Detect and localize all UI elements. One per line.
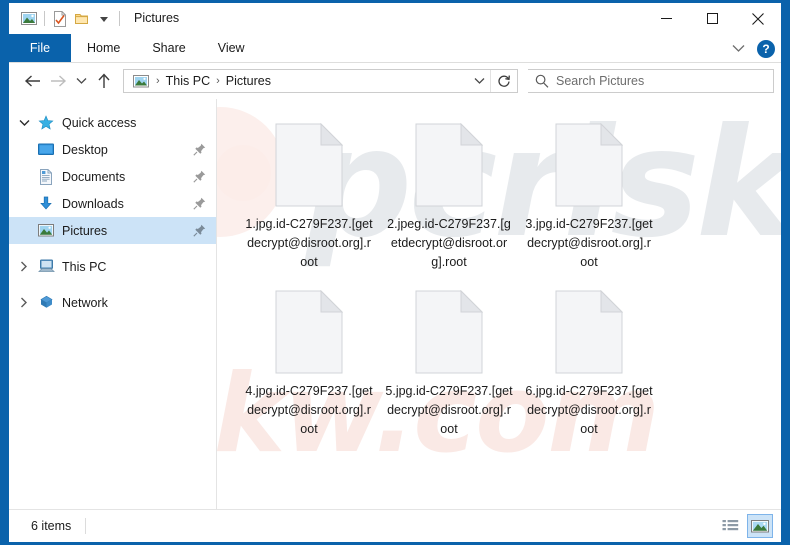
breadcrumb-separator-0: › bbox=[156, 75, 160, 87]
generic-file-icon bbox=[415, 122, 484, 207]
sidebar-item-desktop[interactable]: Desktop bbox=[9, 136, 216, 163]
file-grid: 1.jpg.id-C279F237.[getdecrypt@disroot.or… bbox=[239, 117, 781, 451]
quick-access-toolbar bbox=[9, 3, 124, 34]
file-name-label: 4.jpg.id-C279F237.[getdecrypt@disroot.or… bbox=[245, 384, 373, 436]
file-item[interactable]: 5.jpg.id-C279F237.[getdecrypt@disroot.or… bbox=[379, 284, 519, 439]
tab-home[interactable]: Home bbox=[71, 34, 136, 62]
file-explorer-window: Pictures File Home Share View ? › This P… bbox=[8, 2, 782, 543]
sidebar-item-label: Desktop bbox=[62, 142, 108, 157]
help-button[interactable]: ? bbox=[757, 39, 775, 58]
network-icon bbox=[35, 295, 57, 311]
search-box[interactable]: Search Pictures bbox=[528, 69, 774, 93]
tab-view[interactable]: View bbox=[202, 34, 261, 62]
generic-file-icon bbox=[555, 289, 624, 374]
customize-qat-icon[interactable] bbox=[93, 8, 115, 30]
explorer-body: Quick access Desktop Documents Downloads… bbox=[9, 99, 781, 509]
file-name-label: 5.jpg.id-C279F237.[getdecrypt@disroot.or… bbox=[385, 384, 513, 436]
sidebar-item-quick-access[interactable]: Quick access bbox=[9, 109, 216, 136]
status-divider bbox=[85, 518, 87, 534]
view-toggle-group bbox=[717, 514, 773, 538]
sidebar-item-label: Pictures bbox=[62, 223, 108, 238]
breadcrumb: › This PC › Pictures bbox=[124, 72, 468, 90]
address-bar[interactable]: › This PC › Pictures bbox=[123, 69, 518, 93]
navigation-bar: › This PC › Pictures Search Pictures bbox=[9, 63, 781, 99]
recent-locations-chevron-down-icon[interactable] bbox=[71, 68, 91, 94]
window-title: Pictures bbox=[134, 11, 180, 25]
window-controls bbox=[643, 3, 781, 34]
file-name-label: 3.jpg.id-C279F237.[getdecrypt@disroot.or… bbox=[525, 217, 653, 269]
sidebar-item-downloads[interactable]: Downloads bbox=[9, 190, 216, 217]
refresh-button[interactable] bbox=[491, 70, 517, 92]
pictures-icon[interactable] bbox=[18, 8, 40, 30]
details-view-button[interactable] bbox=[717, 514, 743, 538]
generic-file-icon bbox=[275, 122, 344, 207]
desktop-icon bbox=[35, 142, 57, 158]
file-name-label: 6.jpg.id-C279F237.[getdecrypt@disroot.or… bbox=[525, 384, 653, 436]
this-pc-icon bbox=[35, 259, 57, 275]
downloads-icon bbox=[35, 196, 57, 212]
chevron-down-icon[interactable] bbox=[13, 109, 35, 136]
close-button[interactable] bbox=[735, 3, 781, 34]
large-icons-view-button[interactable] bbox=[747, 514, 773, 538]
sidebar-item-documents[interactable]: Documents bbox=[9, 163, 216, 190]
chevron-right-icon[interactable] bbox=[13, 253, 35, 280]
qat-divider-2 bbox=[119, 11, 120, 26]
file-item[interactable]: 1.jpg.id-C279F237.[getdecrypt@disroot.or… bbox=[239, 117, 379, 272]
file-item[interactable]: 4.jpg.id-C279F237.[getdecrypt@disroot.or… bbox=[239, 284, 379, 439]
tab-file[interactable]: File bbox=[9, 34, 71, 62]
pin-icon[interactable] bbox=[193, 143, 206, 156]
chevron-right-icon[interactable] bbox=[13, 289, 35, 316]
forward-button[interactable] bbox=[45, 68, 71, 94]
ribbon-right-controls: ? bbox=[727, 34, 775, 63]
sidebar-item-label: Documents bbox=[62, 169, 126, 184]
sidebar-item-label: Downloads bbox=[62, 196, 124, 211]
pictures-icon bbox=[35, 223, 57, 239]
new-folder-icon[interactable] bbox=[71, 8, 93, 30]
sidebar-item-label: Network bbox=[62, 295, 108, 310]
star-icon bbox=[35, 114, 57, 131]
file-name-label: 1.jpg.id-C279F237.[getdecrypt@disroot.or… bbox=[245, 217, 373, 269]
pin-icon[interactable] bbox=[193, 170, 206, 183]
documents-icon bbox=[35, 168, 57, 185]
expand-ribbon-chevron-down-icon[interactable] bbox=[727, 38, 749, 60]
back-button[interactable] bbox=[19, 68, 45, 94]
sidebar-item-pictures[interactable]: Pictures bbox=[9, 217, 216, 244]
generic-file-icon bbox=[415, 289, 484, 374]
maximize-button[interactable] bbox=[689, 3, 735, 34]
breadcrumb-item-pictures[interactable]: Pictures bbox=[222, 72, 275, 90]
file-item[interactable]: 3.jpg.id-C279F237.[getdecrypt@disroot.or… bbox=[519, 117, 659, 272]
sidebar-item-network[interactable]: Network bbox=[9, 289, 216, 316]
sidebar-item-label: Quick access bbox=[62, 115, 137, 130]
status-bar: 6 items bbox=[9, 509, 781, 542]
properties-icon[interactable] bbox=[49, 8, 71, 30]
tab-share[interactable]: Share bbox=[136, 34, 201, 62]
qat-divider-1 bbox=[44, 11, 45, 26]
search-input[interactable]: Search Pictures bbox=[556, 74, 644, 88]
navigation-pane: Quick access Desktop Documents Downloads… bbox=[9, 99, 217, 509]
file-item[interactable]: 2.jpeg.id-C279F237.[getdecrypt@disroot.o… bbox=[379, 117, 519, 272]
minimize-button[interactable] bbox=[643, 3, 689, 34]
title-bar: Pictures bbox=[9, 3, 781, 34]
search-icon bbox=[528, 70, 556, 92]
file-name-label: 2.jpeg.id-C279F237.[getdecrypt@disroot.o… bbox=[387, 217, 511, 269]
sidebar-item-this-pc[interactable]: This PC bbox=[9, 253, 216, 280]
file-list-pane[interactable]: pcrisk riskw.com 1.jpg.id-C279F237.[getd… bbox=[217, 99, 781, 509]
file-item[interactable]: 6.jpg.id-C279F237.[getdecrypt@disroot.or… bbox=[519, 284, 659, 439]
pin-icon[interactable] bbox=[193, 224, 206, 237]
breadcrumb-separator-1: › bbox=[216, 75, 220, 87]
address-dropdown-chevron-down-icon[interactable] bbox=[468, 70, 490, 92]
pin-icon[interactable] bbox=[193, 197, 206, 210]
ribbon-tab-bar: File Home Share View ? bbox=[9, 34, 781, 63]
sidebar-item-label: This PC bbox=[62, 259, 107, 274]
up-button[interactable] bbox=[91, 68, 117, 94]
generic-file-icon bbox=[275, 289, 344, 374]
breadcrumb-pictures-icon bbox=[130, 73, 152, 89]
breadcrumb-item-this-pc[interactable]: This PC bbox=[162, 72, 214, 90]
generic-file-icon bbox=[555, 122, 624, 207]
item-count-label: 6 items bbox=[31, 519, 72, 533]
